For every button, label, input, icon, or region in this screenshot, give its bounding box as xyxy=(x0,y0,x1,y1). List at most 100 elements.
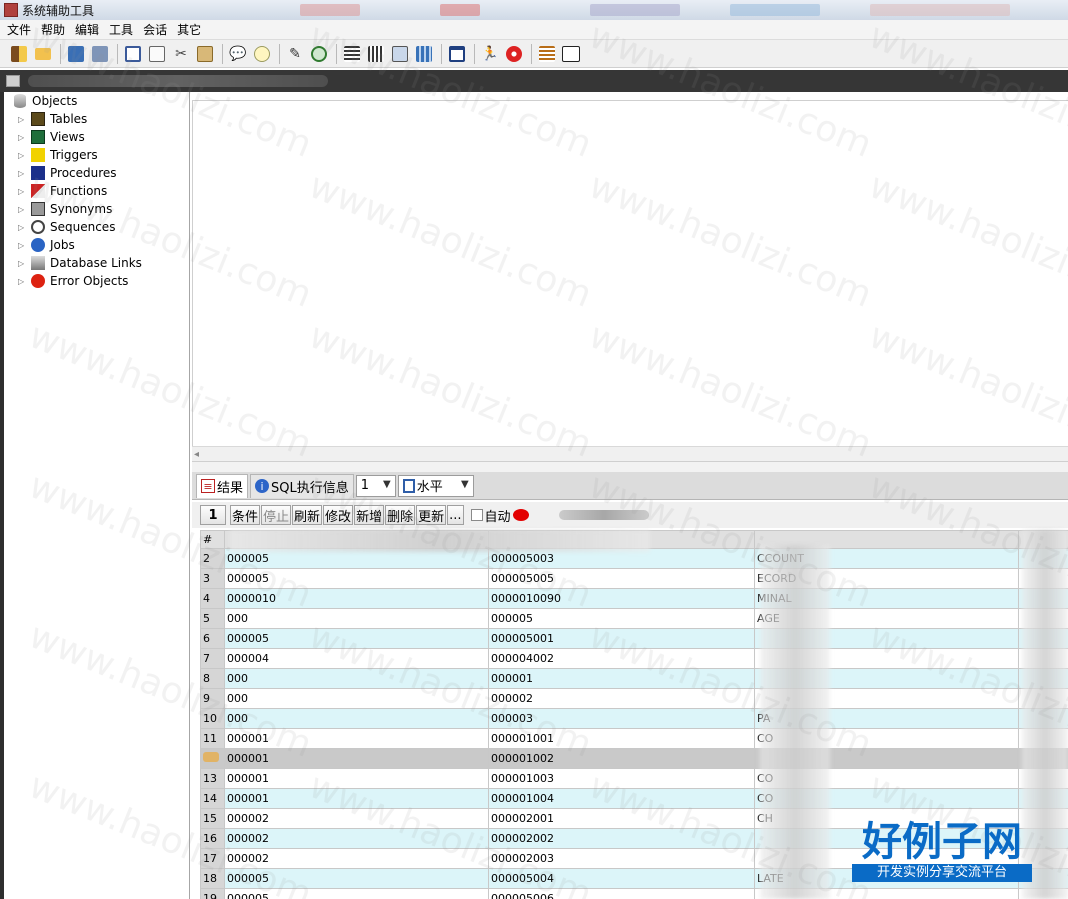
scroll-left-icon[interactable]: ◂ xyxy=(194,449,199,460)
tree-item-database-links[interactable]: ▷ Database Links xyxy=(4,254,189,272)
menu-tools[interactable]: 工具 xyxy=(104,21,138,39)
table-cell[interactable]: 000001 xyxy=(224,748,489,769)
tree-root[interactable]: Objects xyxy=(4,92,189,110)
tree-item-functions[interactable]: ▷ Functions xyxy=(4,182,189,200)
row-number-cell[interactable]: 19 xyxy=(200,888,225,899)
row-count-button[interactable]: 1 xyxy=(200,505,226,525)
tree-item-triggers[interactable]: ▷ Triggers xyxy=(4,146,189,164)
grid-button[interactable] xyxy=(365,43,387,65)
more-button[interactable]: ... xyxy=(447,505,464,525)
row-number-cell[interactable]: 2 xyxy=(200,548,225,569)
folder-button[interactable] xyxy=(32,43,54,65)
run-button[interactable]: 🏃 xyxy=(479,43,501,65)
table-cell[interactable]: 000001003 xyxy=(488,768,755,789)
search-button[interactable] xyxy=(308,43,330,65)
expand-arrow-icon[interactable]: ▷ xyxy=(18,223,26,232)
filter-button[interactable]: 条件 xyxy=(230,505,261,525)
expand-arrow-icon[interactable]: ▷ xyxy=(18,169,26,178)
table-button[interactable] xyxy=(413,43,435,65)
expand-arrow-icon[interactable]: ▷ xyxy=(18,133,26,142)
table-cell[interactable]: 0000010090 xyxy=(488,588,755,609)
column-header-rownum[interactable]: # xyxy=(200,530,225,549)
table-cell[interactable]: 000002 xyxy=(224,808,489,829)
expand-arrow-icon[interactable]: ▷ xyxy=(18,187,26,196)
sql-editor[interactable] xyxy=(192,100,1068,446)
row-number-cell[interactable]: 16 xyxy=(200,828,225,849)
tree-item-tables[interactable]: ▷ Tables xyxy=(4,110,189,128)
table-cell[interactable]: 000002002 xyxy=(488,828,755,849)
comment-button[interactable]: 💬 xyxy=(227,43,249,65)
table-cell[interactable]: 000004 xyxy=(224,648,489,669)
table-cell[interactable]: 000005004 xyxy=(488,868,755,889)
stop-query-button[interactable]: 停止 xyxy=(261,505,292,525)
expand-arrow-icon[interactable]: ▷ xyxy=(18,277,26,286)
table-cell[interactable]: 000002 xyxy=(224,828,489,849)
book-button[interactable] xyxy=(389,43,411,65)
table-cell[interactable]: 000002003 xyxy=(488,848,755,869)
table-cell[interactable]: 000005 xyxy=(224,628,489,649)
tree-item-sequences[interactable]: ▷ Sequences xyxy=(4,218,189,236)
table-cell[interactable]: 000003 xyxy=(488,708,755,729)
menu-help[interactable]: 帮助 xyxy=(36,21,70,39)
row-number-cell[interactable]: 13 xyxy=(200,768,225,789)
splitter[interactable] xyxy=(192,462,1068,472)
add-row-button[interactable]: 新增 xyxy=(354,505,385,525)
copy-button[interactable] xyxy=(146,43,168,65)
refresh-button[interactable]: 刷新 xyxy=(292,505,323,525)
expand-arrow-icon[interactable]: ▷ xyxy=(18,241,26,250)
table-row[interactable]: 9 000 000002 xyxy=(200,688,1068,709)
table-row[interactable]: 8 000 000001 xyxy=(200,668,1068,689)
row-number-cell[interactable]: 17 xyxy=(200,848,225,869)
cut-button[interactable]: ✂ xyxy=(170,43,192,65)
table-row[interactable]: 3000005000005005ECORD xyxy=(200,568,1068,589)
tree-item-error-objects[interactable]: ▷ Error Objects xyxy=(4,272,189,290)
expand-arrow-icon[interactable]: ▷ xyxy=(18,259,26,268)
window-button[interactable] xyxy=(122,43,144,65)
table-cell[interactable]: 000005 xyxy=(224,868,489,889)
table-cell[interactable]: 000002 xyxy=(488,688,755,709)
row-number-cell[interactable]: 9 xyxy=(200,688,225,709)
update-button[interactable]: 更新 xyxy=(416,505,447,525)
row-number-cell[interactable]: 15 xyxy=(200,808,225,829)
row-number-cell[interactable] xyxy=(200,748,225,769)
tree-item-views[interactable]: ▷ Views xyxy=(4,128,189,146)
table-row[interactable]: 14000001000001004CO xyxy=(200,788,1068,809)
uncomment-button[interactable] xyxy=(251,43,273,65)
expand-arrow-icon[interactable]: ▷ xyxy=(18,151,26,160)
table-cell[interactable]: 000005005 xyxy=(488,568,755,589)
table-row[interactable]: 11000001000001001CO xyxy=(200,728,1068,749)
table-cell[interactable]: 000005 xyxy=(224,888,489,899)
table-cell[interactable]: 000 xyxy=(224,608,489,629)
table-row[interactable]: 7 000004 000004002 xyxy=(200,648,1068,669)
table-cell[interactable]: 000004002 xyxy=(488,648,755,669)
row-number-cell[interactable]: 18 xyxy=(200,868,225,889)
list-button[interactable] xyxy=(341,43,363,65)
menu-file[interactable]: 文件 xyxy=(2,21,36,39)
row-number-cell[interactable]: 10 xyxy=(200,708,225,729)
table-cell[interactable]: 0000010 xyxy=(224,588,489,609)
row-number-cell[interactable]: 8 xyxy=(200,668,225,689)
row-number-cell[interactable]: 3 xyxy=(200,568,225,589)
save-button[interactable] xyxy=(65,43,87,65)
save-all-button[interactable] xyxy=(89,43,111,65)
table-cell[interactable]: 000001 xyxy=(224,768,489,789)
open-button[interactable] xyxy=(8,43,30,65)
expand-arrow-icon[interactable]: ▷ xyxy=(18,205,26,214)
table-row[interactable]: 19 000005 000005006 xyxy=(200,888,1068,899)
table-cell[interactable]: 000002 xyxy=(224,848,489,869)
table-cell[interactable]: 000005006 xyxy=(488,888,755,899)
table-cell[interactable]: 000 xyxy=(224,708,489,729)
table-cell[interactable]: 000001001 xyxy=(488,728,755,749)
format-button[interactable] xyxy=(536,43,558,65)
row-number-cell[interactable]: 6 xyxy=(200,628,225,649)
modify-button[interactable]: 修改 xyxy=(323,505,354,525)
menu-session[interactable]: 会话 xyxy=(138,21,172,39)
page-select[interactable]: 1 ▼ xyxy=(355,474,396,497)
table-row[interactable]: 10000000003PA xyxy=(200,708,1068,729)
row-number-cell[interactable]: 4 xyxy=(200,588,225,609)
tree-item-jobs[interactable]: ▷ Jobs xyxy=(4,236,189,254)
table-cell[interactable]: 000005 xyxy=(488,608,755,629)
table-cell[interactable]: 000002001 xyxy=(488,808,755,829)
table-cell[interactable]: 000 xyxy=(224,688,489,709)
table-cell[interactable]: 000 xyxy=(224,668,489,689)
